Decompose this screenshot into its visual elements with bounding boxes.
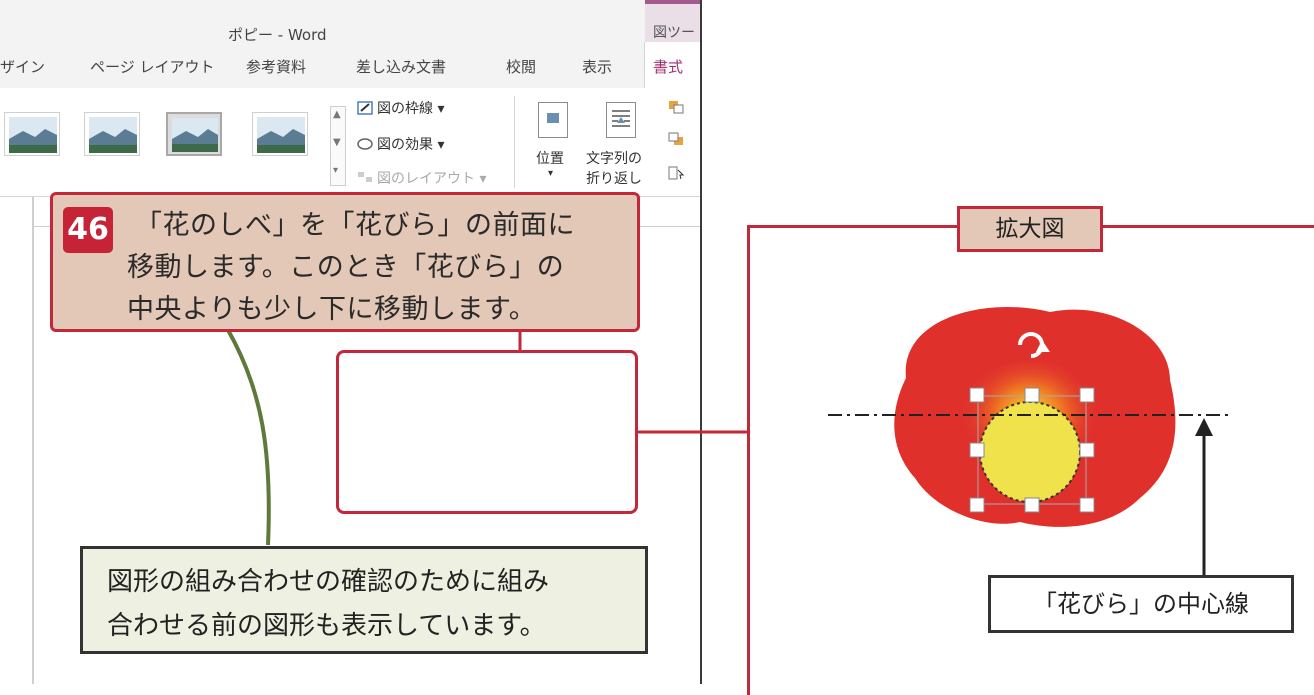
stem-line: [226, 329, 271, 546]
preview-frame: [336, 350, 638, 514]
center-line-label: 「花びら」の中心線: [988, 575, 1294, 633]
note-line-2: 合わせる前の図形も表示しています。: [107, 611, 546, 641]
callout-line-3: 中央よりも少し下に移動します。: [127, 294, 537, 325]
callout-line-2: 移動します。このとき「花びら」の: [127, 252, 565, 283]
note-line-1: 図形の組み合わせの確認のために組み: [107, 567, 550, 597]
zoom-label: 拡大図: [957, 206, 1103, 252]
instruction-callout: 46 「花のしべ」を「花びら」の前面に 移動します。このとき「花びら」の 中央よ…: [50, 192, 640, 332]
step-number-badge: 46: [63, 207, 113, 253]
note-box: 図形の組み合わせの確認のために組み 合わせる前の図形も表示しています。: [80, 546, 648, 654]
callout-line-1: 「花のしべ」を「花びら」の前面に: [135, 210, 575, 241]
